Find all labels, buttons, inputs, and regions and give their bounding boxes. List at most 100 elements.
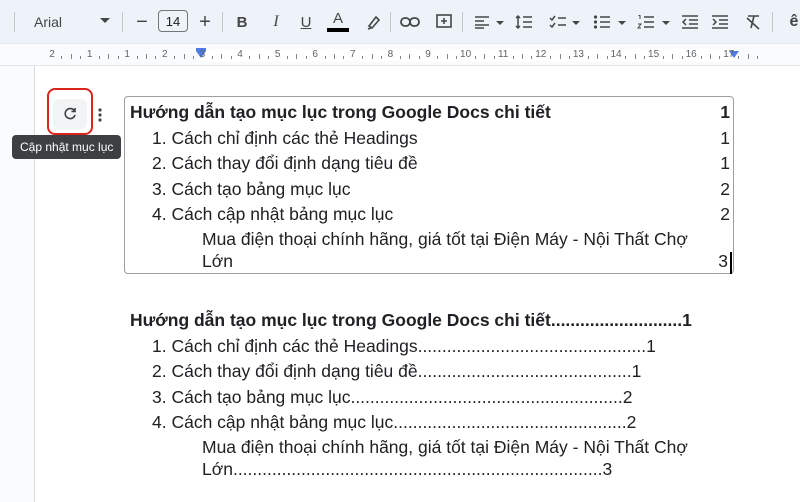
- toc-dotted: Hướng dẫn tạo mục lục trong Google Docs …: [130, 308, 732, 484]
- bold-button[interactable]: B: [230, 8, 254, 36]
- toc-entry[interactable]: 3. Cách tạo bảng mục lục: [152, 177, 350, 203]
- toc-entry[interactable]: 3. Cách tạo bảng mục lục................…: [152, 385, 632, 411]
- align-left-icon[interactable]: [470, 8, 494, 36]
- ruler-number: 16: [685, 49, 697, 60]
- ruler-tick: [174, 56, 176, 59]
- toc-leader-dots: ........................................…: [350, 386, 623, 407]
- update-toc-button[interactable]: [53, 99, 87, 129]
- chevron-down-icon: [618, 21, 626, 25]
- ruler-tick: [625, 56, 627, 59]
- toc-sub-entry[interactable]: Mua điện thoại chính hãng, giá tốt tại Đ…: [202, 436, 688, 480]
- plus-icon: +: [199, 10, 211, 33]
- bulleted-list-icon[interactable]: [590, 8, 614, 36]
- toc-entry-text-line: Lớn: [202, 459, 233, 479]
- toc-page-number: 1: [631, 361, 642, 381]
- font-size-input[interactable]: 14: [158, 10, 188, 32]
- toc-entry[interactable]: 1. Cách chỉ định các thẻ Headings.......…: [152, 334, 656, 360]
- ruler-tick: [418, 56, 420, 59]
- ruler-number: 13: [572, 49, 584, 60]
- toc-more-options-button[interactable]: [92, 103, 108, 127]
- toc-page-number: 1: [720, 127, 730, 148]
- toolbar-divider: [390, 12, 391, 32]
- toc-entry-text-line: Lớn: [202, 251, 233, 271]
- ruler-tick: [512, 56, 514, 59]
- decrease-font-size-button[interactable]: −: [130, 8, 154, 36]
- toc-page-number: 1: [720, 102, 730, 122]
- toc-entry-text-line: Mua điện thoại chính hãng, giá tốt tại Đ…: [202, 437, 688, 457]
- toc-entry[interactable]: 1. Cách chỉ định các thẻ Headings: [152, 126, 418, 152]
- toc-leader-dots: ........................................…: [393, 412, 627, 432]
- highlight-pen-icon[interactable]: [362, 8, 386, 36]
- toc-title-entry[interactable]: Hướng dẫn tạo mục lục trong Google Docs …: [130, 308, 692, 334]
- numbered-list-icon[interactable]: [634, 8, 658, 36]
- ruler-tick: [155, 56, 157, 59]
- ruler-tick: [757, 56, 758, 59]
- ruler-tick: [747, 54, 749, 59]
- toc-leader-dots: ...........................: [550, 310, 683, 330]
- ruler-tick: [287, 56, 288, 59]
- increase-font-size-button[interactable]: +: [193, 8, 217, 36]
- ruler-number: 11: [497, 49, 509, 60]
- ruler-tick: [305, 56, 307, 59]
- underline-button[interactable]: U: [294, 8, 318, 36]
- toc-entry-text: Hướng dẫn tạo mục lục trong Google Docs …: [130, 102, 551, 122]
- ruler-number: 6: [312, 49, 318, 60]
- ruler-tick: [738, 56, 740, 59]
- ruler-tick: [606, 56, 608, 59]
- ruler-tick: [446, 54, 448, 59]
- toc-entry[interactable]: 4. Cách cập nhật bảng mục lục: [152, 202, 393, 228]
- chevron-down-icon: [572, 21, 580, 25]
- ruler-number: 2: [49, 49, 55, 60]
- ruler-tick: [522, 54, 523, 59]
- ruler-tick: [249, 56, 251, 59]
- chevron-down-icon: [496, 21, 504, 25]
- toc-entry-text: Hướng dẫn tạo mục lục trong Google Docs …: [130, 310, 551, 330]
- insert-link-icon[interactable]: [398, 8, 422, 36]
- toc-entry-text-line: Mua điện thoại chính hãng, giá tốt tại Đ…: [202, 229, 688, 249]
- ruler-tick: [672, 54, 674, 59]
- toc-page-number: 2: [626, 412, 637, 432]
- ruler-tick: [221, 54, 223, 59]
- horizontal-ruler[interactable]: 2 1 1 2 3 4 5 6 7 8 9 10 11 12 13 14 15 16 17: [0, 44, 800, 66]
- ruler-number: 14: [610, 49, 622, 60]
- ruler-tick: [61, 56, 63, 59]
- text-color-letter: A: [332, 10, 343, 27]
- ruler-tick: [70, 54, 72, 59]
- toc-entry[interactable]: 2. Cách thay đổi định dạng tiêu đề: [152, 151, 418, 177]
- checklist-icon[interactable]: [546, 8, 570, 36]
- text-color-button[interactable]: A: [326, 8, 350, 36]
- ruler-number: 4: [237, 49, 243, 60]
- toc-linked: Hướng dẫn tạo mục lục trong Google Docs …: [130, 100, 732, 276]
- font-family-value: Arial: [34, 14, 63, 30]
- toc-title-entry[interactable]: Hướng dẫn tạo mục lục trong Google Docs …: [130, 100, 551, 126]
- toc-entry[interactable]: 2. Cách thay đổi định dạng tiêu đề......…: [152, 359, 641, 385]
- ruler-number: 8: [387, 49, 394, 60]
- chevron-down-icon: [662, 21, 670, 25]
- toc-entry[interactable]: 4. Cách cập nhật bảng mục lục...........…: [152, 410, 636, 436]
- decrease-indent-icon[interactable]: [678, 8, 702, 36]
- ruler-number: 7: [350, 49, 356, 60]
- ruler-tick: [663, 56, 664, 59]
- add-comment-icon[interactable]: [432, 8, 456, 36]
- toc-leader-dots: ........................................…: [232, 459, 603, 479]
- ruler-number: 15: [648, 49, 660, 60]
- italic-button[interactable]: I: [264, 8, 288, 36]
- more-vert-icon: [98, 108, 102, 122]
- text-color-swatch: [327, 28, 349, 32]
- ruler-tick: [108, 54, 110, 59]
- ruler-tick: [437, 56, 439, 59]
- toc-page-number: 2: [622, 386, 633, 407]
- toc-page-number: 1: [682, 310, 692, 330]
- clear-formatting-icon[interactable]: [742, 8, 766, 36]
- ruler-tick: [475, 56, 476, 59]
- toc-sub-entry[interactable]: Mua điện thoại chính hãng, giá tốt tại Đ…: [202, 228, 688, 272]
- input-tools-button[interactable]: ê: [782, 8, 800, 36]
- ruler-number: 1: [86, 49, 93, 60]
- ruler-tick: [296, 54, 298, 59]
- ruler-tick: [569, 56, 570, 59]
- toc-page-number: 1: [720, 153, 730, 173]
- font-family-select[interactable]: Arial: [26, 8, 112, 36]
- line-spacing-icon[interactable]: [512, 8, 536, 36]
- increase-indent-icon[interactable]: [708, 8, 732, 36]
- toolbar-divider: [462, 12, 463, 32]
